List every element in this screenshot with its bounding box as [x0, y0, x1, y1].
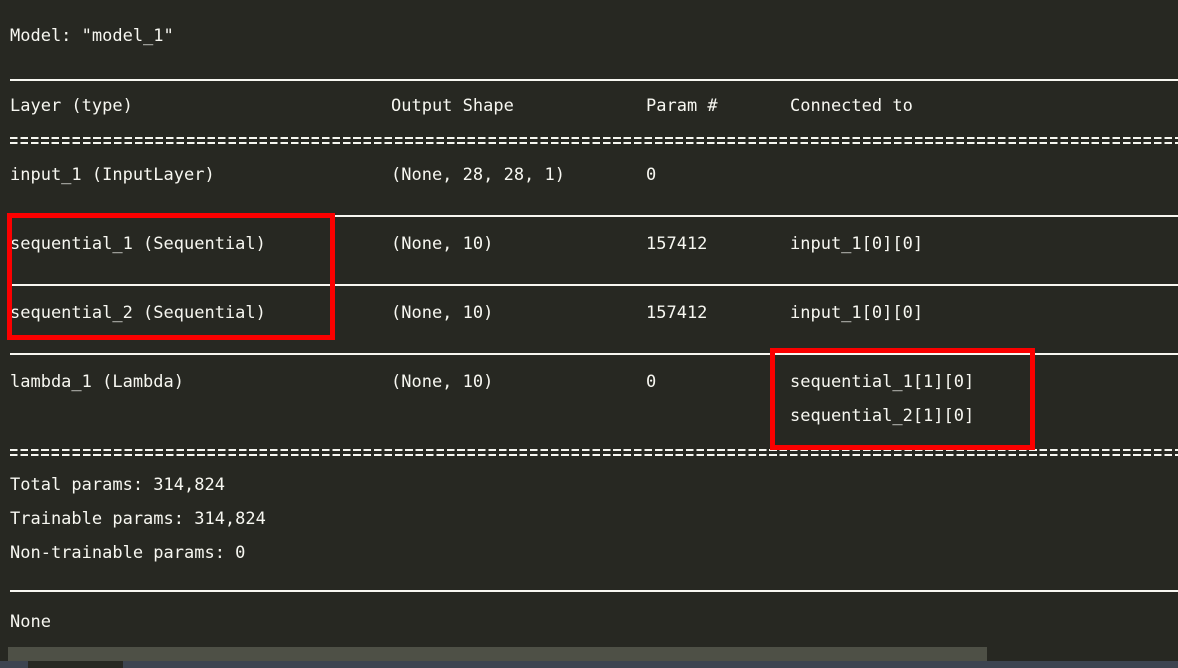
- header-equals-rule: [10, 137, 1178, 144]
- table-row-layer-3: lambda_1 (Lambda): [10, 372, 184, 392]
- column-header-param: Param #: [646, 96, 718, 116]
- table-row-param-2: 157412: [646, 303, 708, 323]
- table-row-connected-2-0: input_1[0][0]: [790, 303, 924, 323]
- model-title-line: Model: "model_1": [10, 26, 174, 46]
- table-row-output-shape-0: (None, 28, 28, 1): [391, 165, 565, 185]
- row-separator-0: [10, 215, 1178, 217]
- total-params-line: Total params: 314,824: [10, 475, 225, 495]
- column-header-connected-to: Connected to: [790, 96, 913, 116]
- trainable-params-line: Trainable params: 314,824: [10, 509, 266, 529]
- non-trainable-params-line: Non-trainable params: 0: [10, 543, 246, 563]
- table-row-connected-3-1: sequential_2[1][0]: [790, 406, 975, 426]
- window-bottom-strip: [0, 661, 1178, 668]
- column-header-output-shape: Output Shape: [391, 96, 514, 116]
- table-footer-equals-rule: [10, 449, 1178, 456]
- model-summary-console: Model: "model_1" Layer (type) Output Sha…: [0, 0, 1178, 640]
- annotation-box-connected-to: [770, 348, 1035, 450]
- column-header-layer: Layer (type): [10, 96, 133, 116]
- table-row-param-3: 0: [646, 372, 657, 392]
- table-row-layer-1: sequential_1 (Sequential): [10, 234, 266, 254]
- window-bottom-strip-tab: [28, 661, 123, 668]
- console-output-screen: Model: "model_1" Layer (type) Output Sha…: [0, 0, 1178, 668]
- return-value-line: None: [10, 612, 51, 632]
- row-separator-1: [10, 284, 1178, 286]
- table-row-layer-0: input_1 (InputLayer): [10, 165, 215, 185]
- table-row-output-shape-1: (None, 10): [391, 234, 494, 254]
- table-row-param-0: 0: [646, 165, 657, 185]
- summary-bottom-rule: [10, 590, 1178, 592]
- table-row-output-shape-2: (None, 10): [391, 303, 494, 323]
- table-row-connected-3-0: sequential_1[1][0]: [790, 372, 975, 392]
- row-separator-2: [10, 353, 1178, 355]
- table-row-param-1: 157412: [646, 234, 708, 254]
- table-row-connected-1-0: input_1[0][0]: [790, 234, 924, 254]
- header-top-rule: [10, 79, 1178, 81]
- table-row-output-shape-3: (None, 10): [391, 372, 494, 392]
- table-row-layer-2: sequential_2 (Sequential): [10, 303, 266, 323]
